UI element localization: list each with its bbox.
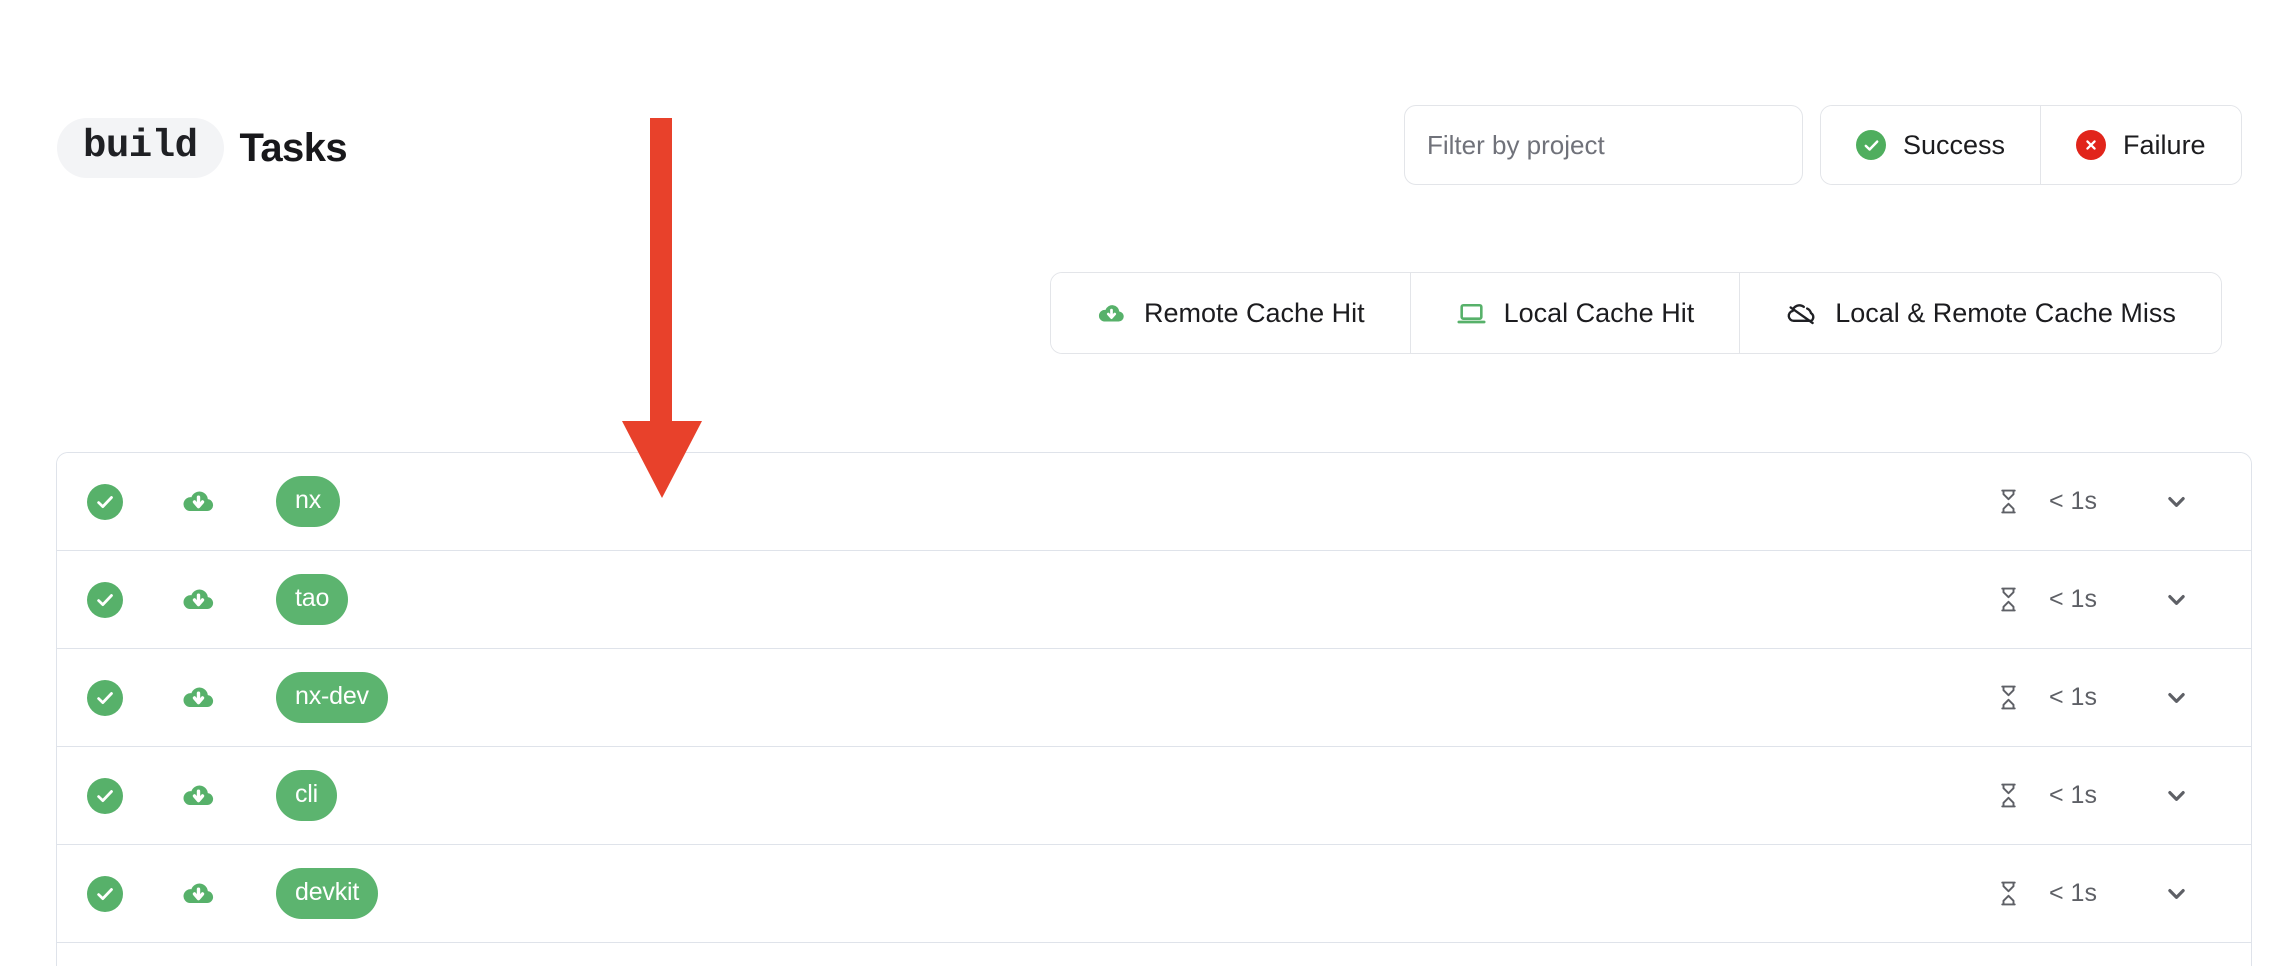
task-duration-cell: < 1s [1998,585,2101,614]
laptop-icon [1456,298,1487,329]
check-circle-icon [87,875,123,912]
task-project-cell: nx [243,476,341,527]
project-badge[interactable]: devkit [276,868,379,919]
target-name-pill: build [57,118,224,178]
project-badge[interactable]: tao [276,574,349,625]
table-row[interactable]: devkit < 1s [57,845,2251,943]
check-circle-icon [87,777,123,814]
chevron-down-icon[interactable] [2162,585,2191,614]
table-row[interactable]: nx-dev < 1s [57,649,2251,747]
filter-label-cache-miss: Local & Remote Cache Miss [1835,297,2176,328]
table-row[interactable] [57,943,2251,966]
cache-filter-group: Remote Cache Hit Local Cache Hit Local &… [1050,272,2222,354]
cloud-download-icon [1096,298,1127,329]
check-circle-icon [1856,130,1886,160]
hourglass-icon [1998,783,2019,808]
hourglass-icon [1998,587,2019,612]
task-expand-cell[interactable] [2101,879,2251,908]
hourglass-icon [1998,881,2019,906]
page-header: build Tasks Success [0,0,2294,354]
task-project-cell: cli [243,770,338,821]
duration-text: < 1s [2049,781,2097,809]
task-expand-cell[interactable] [2101,683,2251,712]
filter-button-failure[interactable]: Failure [2040,106,2241,184]
project-filter-wrapper [1404,105,1803,185]
task-duration-cell: < 1s [1998,781,2101,810]
cloud-download-icon [180,875,217,912]
task-project-cell: tao [243,574,349,625]
task-project-cell: devkit [243,868,379,919]
table-row[interactable]: cli < 1s [57,747,2251,845]
task-duration-cell: < 1s [1998,683,2101,712]
task-duration-cell: < 1s [1998,487,2101,516]
chevron-down-icon[interactable] [2162,879,2191,908]
task-list-table: nx < 1s tao < 1s nx-dev < 1s cli < 1s de… [56,452,2252,966]
task-expand-cell[interactable] [2101,585,2251,614]
cloud-off-icon [1785,297,1818,330]
duration-text: < 1s [2049,683,2097,711]
page-title: Tasks [239,125,348,170]
tasks-page: build Tasks Success [0,0,2294,966]
chevron-down-icon[interactable] [2162,683,2191,712]
filter-button-remote-cache-hit[interactable]: Remote Cache Hit [1051,273,1410,353]
duration-text: < 1s [2049,585,2097,613]
filter-label-local-cache-hit: Local Cache Hit [1503,297,1695,328]
filter-button-cache-miss[interactable]: Local & Remote Cache Miss [1739,273,2221,353]
task-expand-cell[interactable] [2101,781,2251,810]
task-status-cell [57,875,153,912]
project-badge[interactable]: nx-dev [276,672,388,723]
filter-label-failure: Failure [2123,129,2206,160]
duration-text: < 1s [2049,879,2097,907]
task-cache-cell [153,875,243,912]
project-badge[interactable]: cli [276,770,338,821]
check-circle-icon [87,483,123,520]
filter-label-remote-cache-hit: Remote Cache Hit [1144,297,1365,328]
table-row[interactable]: tao < 1s [57,551,2251,649]
filter-button-local-cache-hit[interactable]: Local Cache Hit [1409,273,1740,353]
task-cache-cell [153,483,243,520]
task-cache-cell [153,581,243,618]
page-title-block: build Tasks [57,118,348,178]
cloud-download-icon [180,679,217,716]
chevron-down-icon[interactable] [2162,781,2191,810]
cloud-download-icon [180,581,217,618]
status-filter-group: Success Failure [1820,105,2242,185]
task-status-cell [57,581,153,618]
task-cache-cell [153,679,243,716]
cloud-download-icon [180,483,217,520]
task-expand-cell[interactable] [2101,487,2251,516]
cloud-download-icon [180,777,217,814]
task-cache-cell [153,777,243,814]
x-circle-icon [2076,130,2107,160]
task-duration-cell: < 1s [1998,879,2101,908]
duration-text: < 1s [2049,487,2097,515]
task-status-cell [57,679,153,716]
project-badge[interactable]: nx [276,476,341,527]
task-status-cell [57,777,153,814]
table-row[interactable]: nx < 1s [57,453,2251,551]
hourglass-icon [1998,489,2019,514]
filter-button-success[interactable]: Success [1821,106,2041,184]
check-circle-icon [87,679,123,716]
search-input[interactable] [1404,105,1803,185]
check-circle-icon [87,581,123,618]
filter-label-success: Success [1903,129,2006,160]
task-project-cell: nx-dev [243,672,388,723]
chevron-down-icon[interactable] [2162,487,2191,516]
hourglass-icon [1998,685,2019,710]
task-status-cell [57,483,153,520]
